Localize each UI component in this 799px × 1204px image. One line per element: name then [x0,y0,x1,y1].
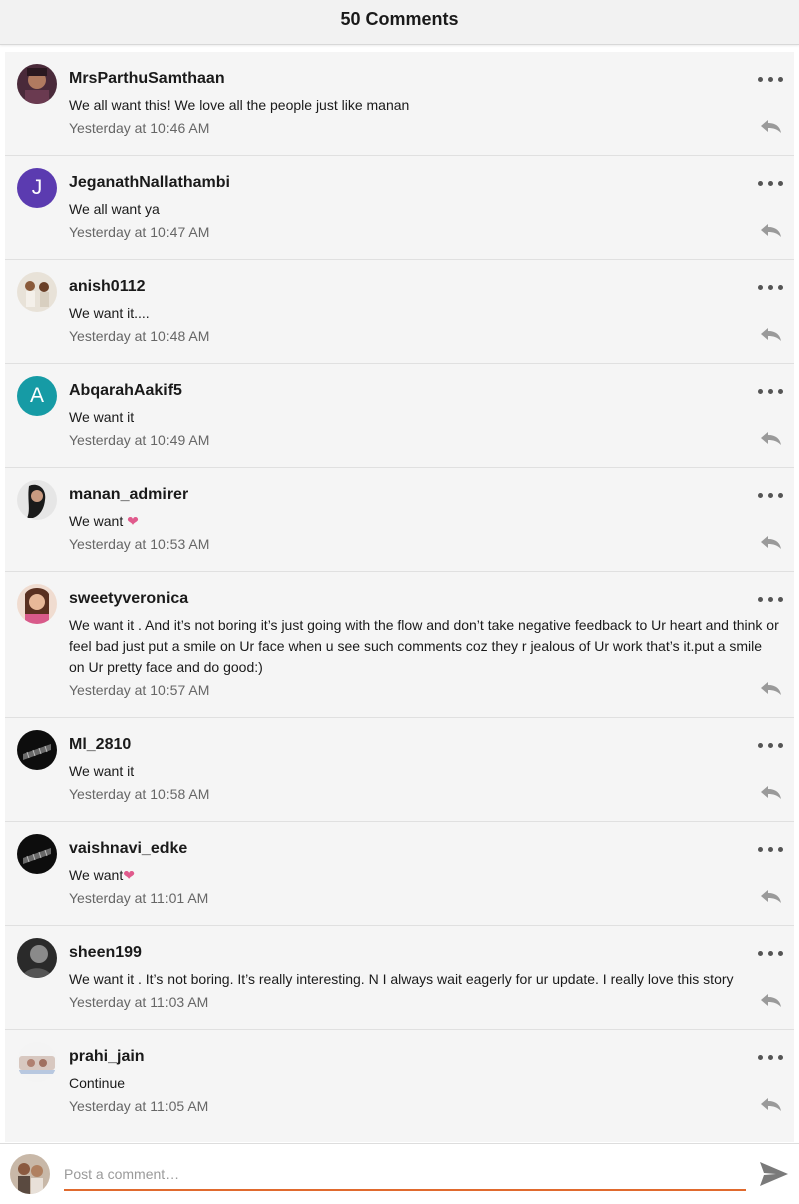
comment-item: MrsParthuSamthaan We all want this! We l… [5,52,794,156]
timestamp: Yesterday at 11:05 AM [69,1098,209,1114]
username[interactable]: anish0112 [69,278,146,296]
reply-icon[interactable] [760,534,782,550]
comment-text-body: We want [69,867,124,883]
reply-icon[interactable] [760,430,782,446]
comment-text: We all want this! We love all the people… [69,97,410,113]
comment-item: J JeganathNallathambi We all want ya Yes… [5,156,794,260]
username[interactable]: manan_admirer [69,486,188,504]
comment-item: vaishnavi_edke We want❤ Yesterday at 11:… [5,822,794,926]
more-options-icon[interactable] [758,590,784,608]
send-icon[interactable] [758,1158,790,1190]
timestamp: Yesterday at 10:57 AM [69,682,210,698]
comment-text: We want❤ [69,865,781,886]
timestamp: Yesterday at 10:49 AM [69,432,210,448]
comment-text: We want it.... [69,305,150,321]
comment-text: We want it [69,409,135,425]
comment-text: We want it . It’s not boring. It’s reall… [69,971,734,987]
timestamp: Yesterday at 10:46 AM [69,120,210,136]
avatar[interactable]: J [17,168,57,208]
comment-composer [0,1143,799,1204]
more-options-icon[interactable] [758,174,784,192]
timestamp: Yesterday at 11:01 AM [69,890,209,906]
comment-text: Continue [69,1075,126,1091]
username[interactable]: prahi_jain [69,1048,145,1066]
comment-item: sweetyveronica We want it . And it’s not… [5,572,794,718]
avatar[interactable] [17,584,57,624]
username[interactable]: AbqarahAakif5 [69,382,182,400]
comment-input[interactable] [64,1159,746,1191]
more-options-icon[interactable] [758,486,784,504]
comment-item: prahi_jain Continue Yesterday at 11:05 A… [5,1030,794,1134]
timestamp: Yesterday at 10:47 AM [69,224,210,240]
comments-header: 50 Comments [0,0,799,45]
more-options-icon[interactable] [758,944,784,962]
comment-list[interactable]: MrsParthuSamthaan We all want this! We l… [5,52,794,1142]
avatar[interactable] [17,834,57,874]
comment-item: anish0112 We want it.... Yesterday at 10… [5,260,794,364]
more-options-icon[interactable] [758,278,784,296]
username[interactable]: sweetyveronica [69,590,188,608]
username[interactable]: vaishnavi_edke [69,840,187,858]
comment-text: We all want ya [69,201,160,217]
more-options-icon[interactable] [758,382,784,400]
avatar[interactable] [17,480,57,520]
comment-text: We want it [69,763,135,779]
reply-icon[interactable] [760,1096,782,1112]
more-options-icon[interactable] [758,840,784,858]
timestamp: Yesterday at 10:58 AM [69,786,210,802]
username[interactable]: JeganathNallathambi [69,174,230,192]
comment-item: Ml_2810 We want it Yesterday at 10:58 AM [5,718,794,822]
more-options-icon[interactable] [758,70,784,88]
username[interactable]: Ml_2810 [69,736,131,754]
reply-icon[interactable] [760,992,782,1008]
page-title: 50 Comments [340,9,459,29]
reply-icon[interactable] [760,680,782,696]
current-user-avatar [10,1154,50,1194]
comment-item: sheen199 We want it . It’s not boring. I… [5,926,794,1030]
comment-item: manan_admirer We want ❤ Yesterday at 10:… [5,468,794,572]
avatar[interactable]: A [17,376,57,416]
reply-icon[interactable] [760,326,782,342]
more-options-icon[interactable] [758,1048,784,1066]
reply-icon[interactable] [760,784,782,800]
username[interactable]: sheen199 [69,944,142,962]
username[interactable]: MrsParthuSamthaan [69,70,225,88]
avatar[interactable] [17,64,57,104]
comment-item: A AbqarahAakif5 We want it Yesterday at … [5,364,794,468]
avatar[interactable] [17,730,57,770]
reply-icon[interactable] [760,888,782,904]
more-options-icon[interactable] [758,736,784,754]
comment-text: We want it . And it’s not boring it’s ju… [69,617,779,675]
timestamp: Yesterday at 10:53 AM [69,536,210,552]
avatar[interactable] [17,272,57,312]
timestamp: Yesterday at 10:48 AM [69,328,210,344]
heart-icon: ❤ [127,513,139,529]
avatar[interactable] [17,938,57,978]
comment-text-body: We want [69,513,128,529]
reply-icon[interactable] [760,118,782,134]
timestamp: Yesterday at 11:03 AM [69,994,209,1010]
comment-text: We want ❤ [69,511,781,532]
reply-icon[interactable] [760,222,782,238]
heart-icon: ❤ [123,867,135,883]
avatar[interactable] [17,1042,57,1082]
